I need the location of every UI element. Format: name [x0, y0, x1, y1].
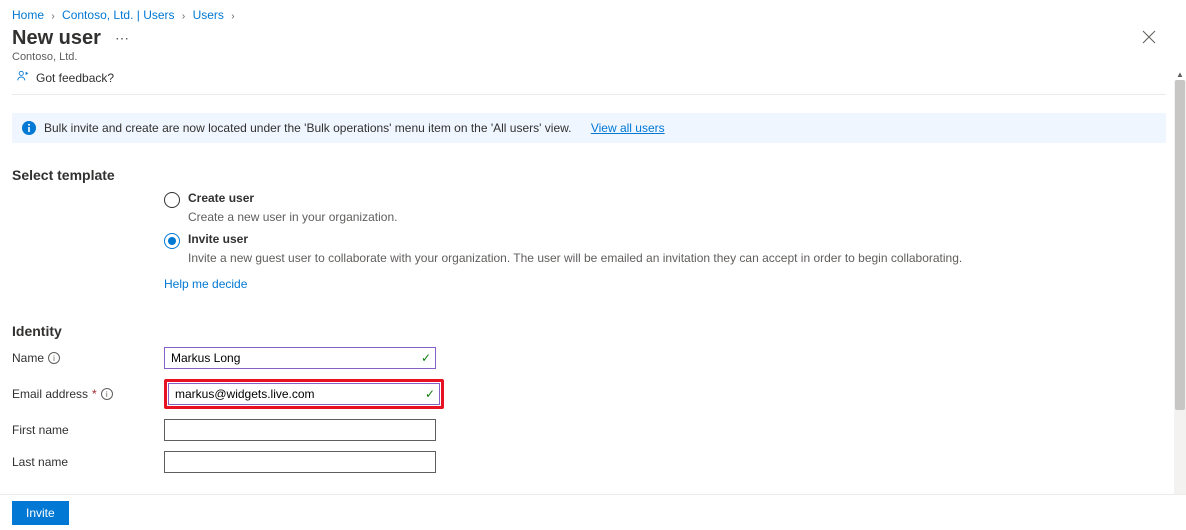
info-glyph-icon[interactable]: i	[48, 352, 60, 364]
breadcrumb-home[interactable]: Home	[12, 8, 44, 22]
close-button[interactable]	[1138, 26, 1160, 51]
feedback-person-icon	[16, 69, 30, 86]
required-indicator: *	[92, 387, 97, 401]
breadcrumb-users[interactable]: Users	[193, 8, 224, 22]
radio-invite-user-label: Invite user	[188, 232, 248, 246]
page-subtitle: Contoso, Ltd.	[12, 51, 1166, 63]
help-me-decide-link[interactable]: Help me decide	[164, 277, 247, 291]
radio-icon	[164, 192, 180, 208]
first-name-input[interactable]	[164, 419, 436, 441]
feedback-button[interactable]: Got feedback?	[12, 63, 1166, 95]
page-title: New user	[12, 27, 101, 50]
chevron-right-icon: ›	[182, 11, 185, 22]
radio-create-user-label: Create user	[188, 191, 254, 205]
radio-invite-user-desc: Invite a new guest user to collaborate w…	[188, 251, 1166, 265]
more-actions-button[interactable]: ⋯	[111, 30, 133, 47]
view-all-users-link[interactable]: View all users	[591, 121, 665, 135]
radio-invite-user[interactable]: Invite user	[164, 232, 1166, 249]
radio-icon-selected	[164, 233, 180, 249]
vertical-scrollbar[interactable]: ▲ ▼	[1174, 80, 1186, 502]
radio-create-user[interactable]: Create user	[164, 191, 1166, 208]
feedback-label: Got feedback?	[36, 71, 114, 85]
email-highlight: ✓	[164, 379, 444, 409]
email-label: Email address * i	[12, 387, 164, 401]
first-name-label: First name	[12, 423, 164, 437]
last-name-input[interactable]	[164, 451, 436, 473]
identity-heading: Identity	[12, 323, 1166, 339]
breadcrumb-org-users[interactable]: Contoso, Ltd. | Users	[62, 8, 175, 22]
select-template-heading: Select template	[12, 167, 1166, 183]
breadcrumb: Home › Contoso, Ltd. | Users › Users ›	[12, 0, 1166, 26]
footer-bar: Invite	[0, 494, 1186, 530]
email-input[interactable]	[168, 383, 440, 405]
close-icon	[1142, 30, 1156, 44]
invite-button[interactable]: Invite	[12, 501, 69, 525]
info-banner: Bulk invite and create are now located u…	[12, 113, 1166, 143]
info-icon	[22, 121, 36, 135]
chevron-right-icon: ›	[51, 11, 54, 22]
name-input[interactable]	[164, 347, 436, 369]
info-banner-text: Bulk invite and create are now located u…	[44, 121, 571, 135]
info-glyph-icon[interactable]: i	[101, 388, 113, 400]
name-label: Name i	[12, 351, 164, 365]
radio-create-user-desc: Create a new user in your organization.	[188, 210, 1166, 224]
last-name-label: Last name	[12, 455, 164, 469]
scroll-up-arrow-icon[interactable]: ▲	[1174, 68, 1186, 80]
scrollbar-thumb[interactable]	[1175, 80, 1185, 410]
chevron-right-icon: ›	[231, 11, 234, 22]
